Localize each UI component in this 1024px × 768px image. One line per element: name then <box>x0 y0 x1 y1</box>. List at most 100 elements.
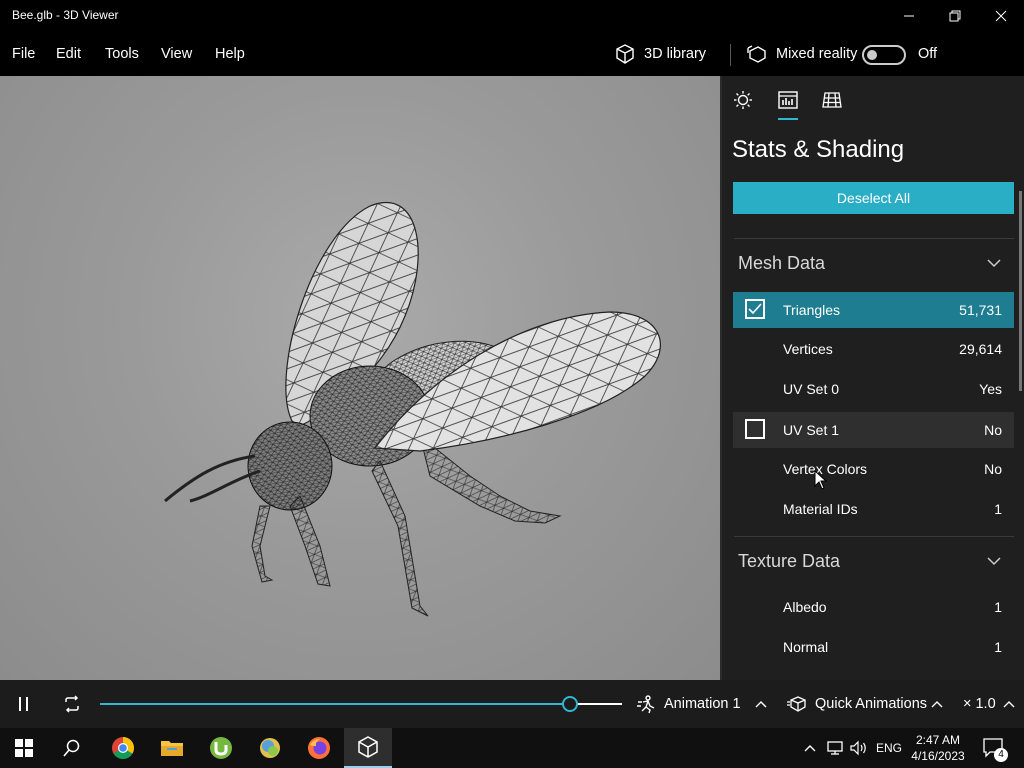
row-value: No <box>984 422 1002 438</box>
menu-view[interactable]: View <box>161 46 192 62</box>
row-label: Material IDs <box>783 501 858 517</box>
start-button[interactable] <box>0 728 48 768</box>
chevron-up-icon[interactable] <box>930 699 944 709</box>
mesh-row-uv-set-0[interactable]: UV Set 0 Yes <box>733 372 1014 406</box>
row-value: 1 <box>994 599 1002 615</box>
3d-viewer-icon <box>358 736 378 758</box>
row-value: Yes <box>979 381 1002 397</box>
loop-icon[interactable] <box>62 694 82 714</box>
panel-scrollbar[interactable] <box>1019 191 1022 391</box>
chevron-down-icon[interactable] <box>986 258 1002 268</box>
file-explorer-app[interactable] <box>148 728 196 768</box>
animation-name[interactable]: Animation 1 <box>664 696 741 712</box>
notifications-button[interactable]: 4 <box>982 728 1008 768</box>
mixed-reality-button[interactable]: Mixed reality <box>746 42 857 66</box>
3d-viewer-app[interactable] <box>344 728 392 768</box>
utorrent-icon <box>210 737 232 759</box>
row-value: 51,731 <box>959 302 1002 318</box>
3d-viewport[interactable] <box>0 76 720 680</box>
chevron-up-icon[interactable] <box>1002 699 1016 709</box>
mesh-row-vertices[interactable]: Vertices 29,614 <box>733 332 1014 366</box>
quick-animations-label[interactable]: Quick Animations <box>815 696 927 712</box>
menu-separator <box>730 44 731 66</box>
row-value: 1 <box>994 639 1002 655</box>
active-tab-indicator <box>778 118 798 120</box>
menu-edit[interactable]: Edit <box>56 46 81 62</box>
row-label: UV Set 0 <box>783 381 840 397</box>
image-viewer-icon <box>260 738 280 758</box>
minimize-button[interactable] <box>886 0 932 32</box>
lighting-icon[interactable] <box>732 90 754 110</box>
3d-library-button[interactable]: 3D library <box>614 42 706 66</box>
panel-title: Stats & Shading <box>732 136 905 163</box>
uv-set-1-checkbox[interactable] <box>745 419 765 439</box>
quick-animations-icon <box>787 696 806 712</box>
divider <box>734 536 1014 537</box>
language-indicator[interactable]: ENG <box>876 728 902 768</box>
clock[interactable]: 2:47 AM 4/16/2023 <box>900 732 976 764</box>
restore-button[interactable] <box>932 0 978 32</box>
timeline-thumb[interactable] <box>561 696 578 712</box>
notification-count: 4 <box>994 748 1008 762</box>
timeline-progress <box>100 703 570 705</box>
menu-file[interactable]: File <box>12 46 35 62</box>
volume-button[interactable] <box>849 728 869 768</box>
clock-time: 2:47 AM <box>915 733 961 747</box>
chevron-down-icon[interactable] <box>986 556 1002 566</box>
volume-icon <box>850 740 866 756</box>
grid-icon[interactable] <box>821 90 843 110</box>
animation-timeline[interactable] <box>100 696 622 712</box>
texture-row-normal[interactable]: Normal 1 <box>733 630 1014 664</box>
chrome-app[interactable] <box>99 728 147 768</box>
firefox-app[interactable] <box>295 728 343 768</box>
texture-row-albedo[interactable]: Albedo 1 <box>733 590 1014 624</box>
menu-tools[interactable]: Tools <box>105 46 139 62</box>
texture-data-header[interactable]: Texture Data <box>738 551 840 572</box>
row-label: Albedo <box>783 599 827 615</box>
close-icon <box>995 10 1007 22</box>
toggle-knob <box>867 50 877 60</box>
stats-icon[interactable] <box>777 90 799 110</box>
utorrent-app[interactable] <box>197 728 245 768</box>
window-title: Bee.glb - 3D Viewer <box>12 8 119 22</box>
folder-icon <box>161 741 183 756</box>
mixed-reality-state: Off <box>918 46 938 62</box>
clock-date: 4/16/2023 <box>911 749 965 763</box>
network-button[interactable] <box>825 728 845 768</box>
bee-model[interactable] <box>0 76 720 680</box>
search-icon <box>63 739 80 757</box>
menu-bar: File Edit Tools View Help 3D library Mix… <box>0 32 1024 76</box>
stats-panel: Stats & Shading Deselect All Mesh Data T… <box>720 76 1024 680</box>
title-bar: Bee.glb - 3D Viewer <box>0 0 1024 32</box>
mesh-row-triangles[interactable]: Triangles 51,731 <box>733 292 1014 328</box>
mixed-reality-icon <box>747 45 766 63</box>
triangles-checkbox[interactable] <box>745 299 765 319</box>
minimize-icon <box>904 15 914 17</box>
chevron-up-icon[interactable] <box>754 699 768 709</box>
row-label: Normal <box>783 639 829 655</box>
search-button[interactable] <box>48 728 96 768</box>
library-label: 3D library <box>644 46 707 62</box>
mesh-row-uv-set-1[interactable]: UV Set 1 No <box>733 412 1014 448</box>
mouse-cursor-icon <box>814 470 828 490</box>
firefox-icon <box>308 737 330 759</box>
tray-overflow[interactable] <box>803 728 817 768</box>
mixed-reality-toggle[interactable] <box>862 45 906 65</box>
close-button[interactable] <box>978 0 1024 32</box>
row-label: UV Set 1 <box>783 422 840 438</box>
chrome-icon <box>112 737 134 759</box>
pause-icon[interactable] <box>16 696 32 712</box>
cube-icon <box>616 44 634 64</box>
taskbar: ENG 2:47 AM 4/16/2023 4 <box>0 728 1024 768</box>
row-label: Vertices <box>783 341 833 357</box>
chevron-up-icon <box>804 745 816 752</box>
row-value: No <box>984 461 1002 477</box>
speed-label[interactable]: × 1.0 <box>963 696 996 712</box>
mesh-data-header[interactable]: Mesh Data <box>738 253 825 274</box>
mesh-row-material-ids[interactable]: Material IDs 1 <box>733 492 1014 526</box>
deselect-all-button[interactable]: Deselect All <box>733 182 1014 214</box>
image-viewer-app[interactable] <box>246 728 294 768</box>
animation-bar: Animation 1 Quick Animations × 1.0 <box>0 680 1024 728</box>
menu-help[interactable]: Help <box>215 46 245 62</box>
mesh-row-vertex-colors[interactable]: Vertex Colors No <box>733 452 1014 486</box>
